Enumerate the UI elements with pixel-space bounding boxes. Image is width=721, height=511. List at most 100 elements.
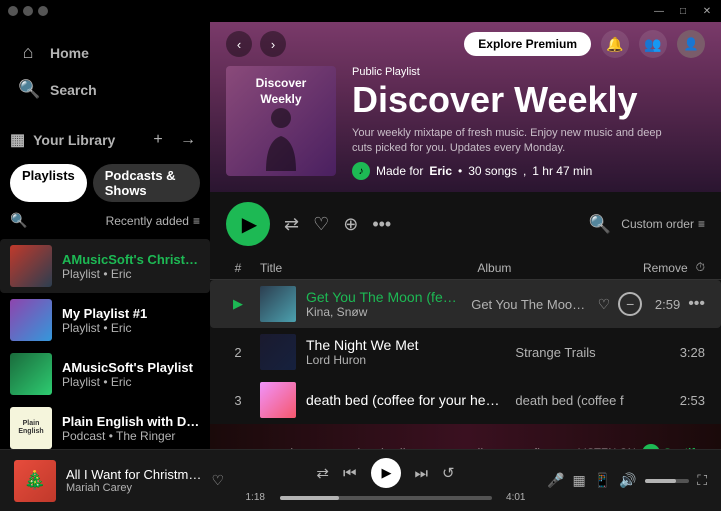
hero-top-bar: ‹ › Explore Premium 🔔 👥 👤 [210,22,721,66]
now-playing: 🎄 All I Want for Christmas Is You Mariah… [14,460,224,502]
album-art-figure [261,106,301,171]
track-thumb-1 [260,286,296,322]
banner-text2: But first, 2 songs... [509,446,617,449]
remove-button-1[interactable]: − [618,292,642,316]
album-art-label2: Weekly [260,92,301,106]
sidebar-home-label: Home [50,45,89,61]
sidebar-item-search[interactable]: 🔍 Search [8,71,202,108]
devices-button[interactable]: 📱 [594,472,611,489]
library-list: AMusicSoft's Christmas... Playlist • Eri… [0,239,210,449]
track-thumb-3 [260,382,296,418]
custom-order-label: Custom order [621,217,694,231]
next-button[interactable]: ⏭ [415,465,429,482]
header-album: Album [477,261,633,275]
library-filter: 🔍 Recently added ≡ [10,208,200,235]
notifications-icon[interactable]: 🔔 [601,30,629,58]
hero-content: Discover Weekly Public Playlist Discover… [210,66,721,192]
duration-label: 1 hr 47 min [532,164,592,178]
tab-playlists[interactable]: Playlists [10,164,87,202]
progress-bar[interactable] [280,496,492,500]
library-title-label: Your Library [33,132,115,148]
library-item-name-christmas: AMusicSoft's Christmas... [62,252,200,267]
current-time: 1:18 [246,492,274,503]
tab-podcasts[interactable]: Podcasts & Shows [93,164,200,202]
track-num-1: ▶ [226,296,250,312]
header-right: Remove ⏱ [643,260,705,275]
spotify-logo-small: ♪ [352,162,370,180]
filter-search-icon[interactable]: 🔍 [10,212,27,229]
repeat-button[interactable]: ↺ [442,464,455,482]
track-row-3[interactable]: 3 death bed (coffee for your head) death… [210,376,721,424]
forward-button[interactable]: › [260,31,286,57]
close-button[interactable]: ✕ [701,5,713,17]
track-list: ▶ Get You The Moon (feat. Snøw) Kina, Sn… [210,280,721,449]
track-duration-1: 2:59 [650,297,680,312]
custom-order-button[interactable]: Custom order ≡ [621,217,705,231]
now-playing-info: All I Want for Christmas Is You Mariah C… [66,467,201,494]
track-more-1[interactable]: ••• [688,295,705,313]
library-header: ▦ Your Library + → [10,122,200,158]
track-num-2: 2 [226,345,250,360]
player-center: ⇄ ⏮ ▶ ⏭ ↺ 1:18 4:01 [224,458,547,503]
library-item-info-plain: Plain English with Derek... Podcast • Th… [62,414,200,443]
back-button[interactable]: ‹ [226,31,252,57]
library-add-button[interactable]: + [146,128,170,152]
library-item-sub-amusoft: Playlist • Eric [62,375,200,389]
volume-bar[interactable] [645,479,690,483]
progress-bar-container: 1:18 4:01 [246,492,526,503]
library-item-playlist1[interactable]: My Playlist #1 Playlist • Eric [0,293,210,347]
title-bar-dot-1 [8,6,18,16]
main-layout: ⌂ Home 🔍 Search ▦ Your Library + → Pl [0,22,721,449]
fullscreen-button[interactable]: ⛶ [697,472,707,489]
track-heart-1[interactable]: ♡ [598,296,611,313]
track-info-3: death bed (coffee for your head) [306,392,505,408]
sidebar-item-home[interactable]: ⌂ Home [8,34,202,71]
library-arrow-button[interactable]: → [176,128,200,152]
now-playing-title: All I Want for Christmas Is You [66,467,201,482]
shuffle-button[interactable]: ⇄ [284,214,299,235]
playlist-type-label: Public Playlist [352,66,705,78]
bottom-player: 🎄 All I Want for Christmas Is You Mariah… [0,449,721,511]
user-avatar[interactable]: 👤 [677,30,705,58]
home-icon: ⌂ [18,42,38,63]
library-item-info-playlist1: My Playlist #1 Playlist • Eric [62,306,200,335]
friends-icon[interactable]: 👥 [639,30,667,58]
player-play-button[interactable]: ▶ [371,458,401,488]
remove-icon-symbol: − [626,296,634,312]
play-button[interactable]: ▶ [226,202,270,246]
filter-label-text: Recently added [106,214,189,228]
tracklist-search-icon[interactable]: 🔍 [589,214,611,235]
title-bar-dot-2 [23,6,33,16]
header-remove: Remove [643,261,688,275]
library-tabs: Playlists Podcasts & Shows [10,158,200,208]
track-play-icon-1: ▶ [233,296,243,311]
track-name-3: death bed (coffee for your head) [306,392,505,408]
maximize-button[interactable]: □ [677,5,689,17]
library-item-plain[interactable]: PlainEnglish Plain English with Derek...… [0,401,210,449]
library-item-christmas[interactable]: AMusicSoft's Christmas... Playlist • Eri… [0,239,210,293]
shuffle-player-button[interactable]: ⇄ [316,464,329,482]
download-button[interactable]: ⊕ [343,214,358,235]
track-row-2[interactable]: 2 The Night We Met Lord Huron Strange Tr… [210,328,721,376]
volume-icon[interactable]: 🔊 [619,472,636,489]
minimize-button[interactable]: — [653,5,665,17]
explore-premium-button[interactable]: Explore Premium [464,32,591,56]
header-title: Title [260,261,467,275]
queue-button[interactable]: ▦ [572,472,585,489]
heart-button[interactable]: ♡ [313,214,329,235]
track-right-3: 2:53 [675,393,705,408]
now-playing-heart[interactable]: ♡ [211,472,224,489]
player-play-icon: ▶ [382,465,392,481]
bottom-banner: Listen to Zack Tabudie's newest album Bu… [210,424,721,449]
library-item-sub-plain: Podcast • The Ringer [62,429,200,443]
library-item-name-playlist1: My Playlist #1 [62,306,200,321]
more-options-button[interactable]: ••• [372,214,391,235]
prev-button[interactable]: ⏮ [343,465,357,482]
album-art: Discover Weekly [226,66,336,176]
track-row-1[interactable]: ▶ Get You The Moon (feat. Snøw) Kina, Sn… [210,280,721,328]
filter-label[interactable]: Recently added ≡ [106,214,200,228]
lyrics-button[interactable]: 🎤 [547,472,564,489]
now-playing-thumb: 🎄 [14,460,56,502]
library-item-thumb-amusoft [10,353,52,395]
library-item-amusoft[interactable]: AMusicSoft's Playlist Playlist • Eric [0,347,210,401]
